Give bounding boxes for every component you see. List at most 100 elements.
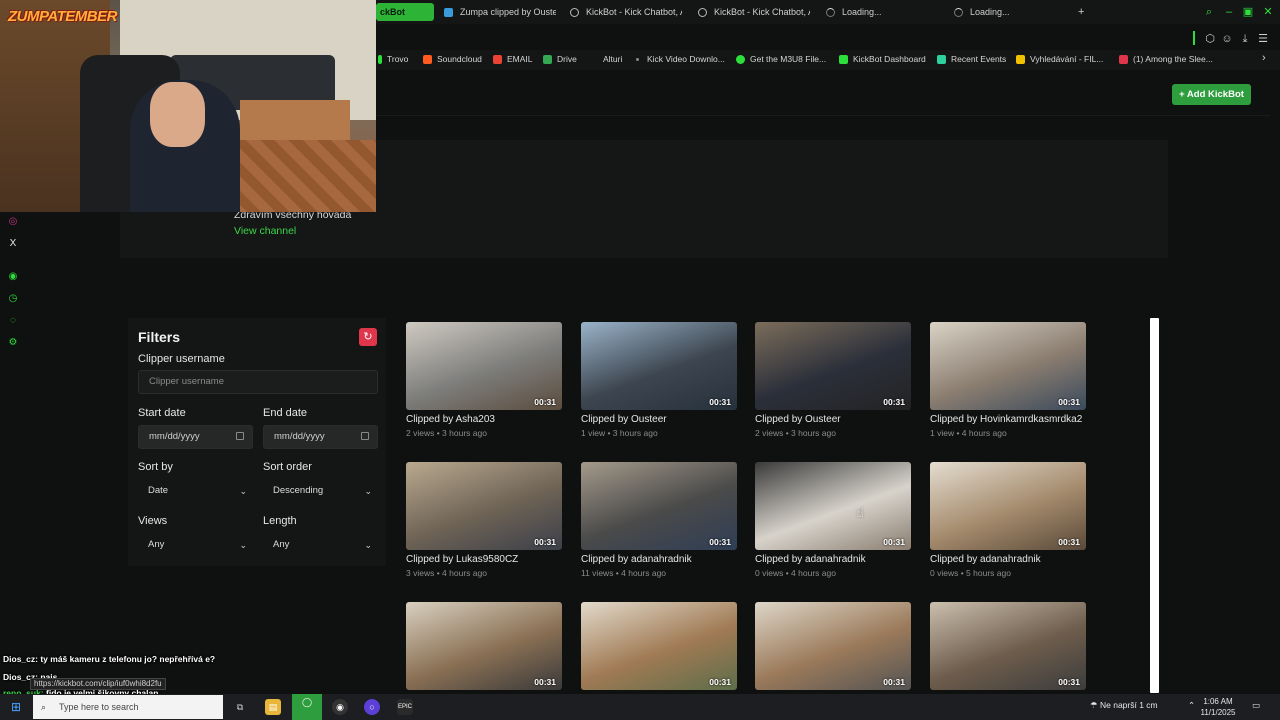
clip-thumbnail[interactable]: 00:31 [930,322,1086,410]
clip-title[interactable]: Clipped by adanahradnik [581,554,737,565]
length-select[interactable]: Any ⌄ [263,533,378,557]
sort-by-select[interactable]: Date ⌄ [138,479,253,503]
new-tab-button[interactable]: + [1078,3,1090,21]
clip-thumbnail[interactable]: 00:31 [755,322,911,410]
clip-title[interactable]: Clipped by Asha203 [406,414,562,425]
bookmark-kickbot-dashboard[interactable]: KickBot Dashboard [839,54,926,64]
chat-icon[interactable]: ◌ [6,314,20,328]
clip-card[interactable]: 00:31 Clipped by Ousteer 2 views • 3 hours… [755,322,911,438]
clip-card[interactable]: 00:31 Clipped by adanahradnik 0 views • 5 … [930,462,1086,578]
tab-kickbot-2[interactable]: KickBot - Kick Chatbot, A [698,3,810,21]
clip-meta: 11 views • 4 hours ago [581,568,667,578]
clip-thumbnail[interactable]: 00:31 [406,602,562,690]
clip-card[interactable]: 00:31 [755,602,911,697]
minimize-icon[interactable]: – [1223,6,1235,18]
extension-icon[interactable]: ⬡ [1204,33,1216,45]
clip-title[interactable]: Clipped by adanahradnik [930,554,1086,565]
clip-card[interactable]: 00:31 Clipped by adanahradnik 11 views • 4… [581,462,737,578]
clip-duration: 00:31 [709,537,731,547]
bookmark-among-sleep[interactable]: (1) Among the Slee... [1119,54,1213,64]
clip-thumbnail[interactable]: 00:31 [930,462,1086,550]
view-channel-link[interactable]: View channel [234,225,296,237]
windows-start-icon[interactable]: ⊞ [8,699,24,715]
bookmark-trovo[interactable]: Trovo [378,54,408,64]
account-icon[interactable]: ☺ [1221,33,1233,45]
start-date-input[interactable]: mm/dd/yyyy [138,425,253,449]
clip-title[interactable]: Clipped by Hovinkamrdkasmrdka2 [930,414,1086,425]
clip-thumbnail[interactable]: 00:31 [581,602,737,690]
tab-loading-1[interactable]: Loading... [826,3,938,21]
clip-thumbnail[interactable]: 00:31 [755,462,911,550]
clip-thumbnail[interactable]: 00:31 [406,462,562,550]
end-date-input[interactable]: mm/dd/yyyy [263,425,378,449]
menu-icon[interactable]: ☰ [1257,33,1269,45]
download-icon[interactable]: ⤓ [1239,33,1251,45]
scrollbar[interactable] [1150,318,1159,693]
clip-card[interactable]: 00:31 Clipped by Asha203 2 views • 3 hours… [406,322,562,438]
tab-kickbot-1[interactable]: KickBot - Kick Chatbot, A [570,3,682,21]
clip-card[interactable]: 00:31 [581,602,737,697]
bookmark-vyhledavani[interactable]: Vyhledávání - FIL... [1016,54,1103,64]
clock-icon[interactable]: ◷ [6,292,20,306]
chevron-down-icon: ⌄ [364,540,372,550]
bookmark-m3u8[interactable]: Get the M3U8 File... [736,54,826,64]
gear-icon[interactable]: ⚙ [6,336,20,350]
obs-icon[interactable]: ◉ [332,699,348,715]
dot-icon [636,57,639,61]
tray-chevron-icon[interactable]: ⌃ [1188,700,1195,711]
clip-card[interactable]: 00:31 Clipped by adanahradnik 0 views • 4 … [755,462,911,578]
clip-thumbnail[interactable]: 00:31 [581,322,737,410]
clip-title[interactable]: Clipped by Ousteer [581,414,737,425]
opera-gx-icon[interactable]: ◯ [292,694,322,720]
views-select[interactable]: Any ⌄ [138,533,253,557]
notification-icon[interactable]: ▭ [1252,700,1260,711]
calendar-icon[interactable] [236,432,244,440]
tab-kickbot-active[interactable]: ckBot [376,3,434,21]
bookmark-kick-video[interactable]: Kick Video Downlo... [636,54,725,64]
clip-card[interactable]: 00:31 Clipped by Ousteer 1 view • 3 hours … [581,322,737,438]
tab-zumpa-clip[interactable]: Zumpa clipped by Ousteer [444,3,556,21]
x-icon[interactable]: X [6,237,20,251]
file-explorer-icon[interactable]: ▤ [265,699,281,715]
task-view-icon[interactable]: ⧉ [232,699,248,715]
clip-duration: 00:31 [709,677,731,687]
bookmark-alturi[interactable]: Alturi [603,54,622,64]
app-icon[interactable]: ○ [364,699,380,715]
clipper-username-input[interactable]: Clipper username [138,370,378,394]
taskbar-search-input[interactable]: ⌕ Type here to search [33,695,223,719]
clipper-username-label: Clipper username [138,353,225,365]
search-icon[interactable]: ⌕ [1203,6,1215,18]
clip-card[interactable]: 00:31 [406,602,562,697]
refresh-icon[interactable]: ↻ [359,328,377,346]
clip-card[interactable]: 00:31 Clipped by Hovinkamrdkasmrdka2 1 vie… [930,322,1086,438]
calendar-icon[interactable] [361,432,369,440]
filters-panel: Filters ↻ Clipper username Clipper usern… [128,318,386,566]
clip-thumbnail[interactable]: 00:31 [755,602,911,690]
clip-thumbnail[interactable]: 00:31 [406,322,562,410]
bookmarks-overflow-icon[interactable]: › [1262,52,1266,64]
clip-thumbnail[interactable]: 00:31 [930,602,1086,690]
clip-title[interactable]: Clipped by Lukas9580CZ [406,554,562,565]
play-icon[interactable]: ◉ [6,270,20,284]
clip-card[interactable]: 00:31 Clipped by Lukas9580CZ 3 views • 4 h… [406,462,562,578]
epic-games-icon[interactable]: EPIC [397,699,413,715]
weather-widget[interactable]: ☂ Ne naprší 1 cm [1090,700,1158,711]
clip-card[interactable]: 00:31 [930,602,1086,697]
close-icon[interactable]: ✕ [1262,6,1274,18]
clip-title[interactable]: Clipped by Ousteer [755,414,911,425]
clip-thumbnail[interactable]: 00:31 [581,462,737,550]
clip-meta: 3 views • 4 hours ago [406,568,487,578]
loading-icon [954,7,963,17]
tab-loading-2[interactable]: Loading... [954,3,1066,21]
instagram-icon[interactable]: ◎ [6,215,20,229]
sort-order-select[interactable]: Descending ⌄ [263,479,378,503]
maximize-icon[interactable]: ▣ [1242,6,1254,18]
chevron-down-icon: ⌄ [239,486,247,496]
bookmark-drive[interactable]: Drive [543,54,577,64]
bookmark-email[interactable]: EMAIL [493,54,533,64]
bookmark-recent-events[interactable]: Recent Events [937,54,1006,64]
clip-title[interactable]: Clipped by adanahradnik [755,554,911,565]
taskbar-clock[interactable]: 1:06 AM 11/1/2025 [1198,696,1238,718]
add-kickbot-button[interactable]: + Add KickBot [1172,84,1251,105]
bookmark-soundcloud[interactable]: Soundcloud [423,54,482,64]
